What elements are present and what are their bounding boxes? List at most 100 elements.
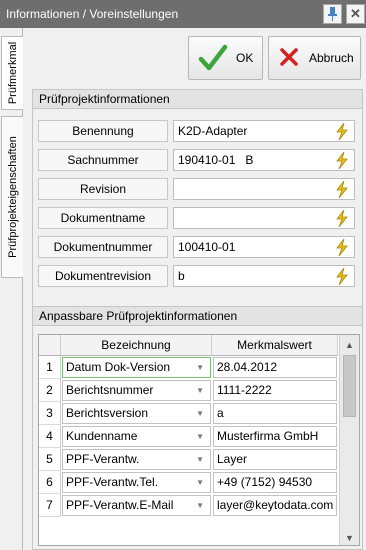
- designation-select[interactable]: Berichtsversion ▼: [62, 403, 211, 424]
- scroll-up-icon[interactable]: ▲: [340, 337, 359, 354]
- row-number: 5: [39, 448, 61, 471]
- field-row-dokumentnummer: Dokumentnummer 100410-01: [38, 236, 358, 258]
- lightning-icon[interactable]: [335, 210, 349, 227]
- field-row-sachnummer: Sachnummer 190410-01 B: [38, 149, 358, 171]
- lightning-icon[interactable]: [335, 152, 349, 169]
- window-title: Informationen / Voreinstellungen: [6, 7, 179, 21]
- field-label: Benennung: [38, 120, 168, 142]
- dokumentrevision-field[interactable]: b: [173, 265, 355, 287]
- column-header-bezeichnung[interactable]: Bezeichnung: [61, 335, 212, 356]
- dokumentnummer-field[interactable]: 100410-01: [173, 236, 355, 258]
- project-info-heading: Prüfprojektinformationen: [33, 90, 362, 109]
- lightning-icon[interactable]: [335, 123, 349, 140]
- dropdown-arrow-icon[interactable]: ▼: [196, 450, 204, 469]
- pin-button[interactable]: [323, 4, 342, 24]
- dropdown-arrow-icon[interactable]: ▼: [196, 427, 204, 446]
- value-cell[interactable]: +49 (7152) 94530: [213, 472, 337, 493]
- close-icon: ✕: [350, 6, 361, 21]
- pin-icon: [328, 7, 337, 21]
- dropdown-arrow-icon[interactable]: ▼: [196, 381, 204, 400]
- designation-select[interactable]: Berichtsnummer ▼: [62, 380, 211, 401]
- vertical-tab-strip: Prüfmerkmal Prüfprojekteigenschaften: [0, 28, 23, 550]
- field-value: b: [178, 269, 185, 283]
- field-row-dokumentrevision: Dokumentrevision b: [38, 265, 358, 287]
- ok-button[interactable]: OK: [188, 36, 263, 80]
- field-label: Dokumentnummer: [38, 236, 168, 258]
- field-row-dokumentname: Dokumentname: [38, 207, 358, 229]
- ok-label: OK: [236, 51, 254, 65]
- value-cell[interactable]: Musterfirma GmbH: [213, 426, 337, 447]
- benennung-field[interactable]: K2D-Adapter: [173, 120, 355, 142]
- vertical-scrollbar[interactable]: ▲ ▼: [339, 335, 359, 545]
- designation-select[interactable]: Kundenname ▼: [62, 426, 211, 447]
- tab-pruefprojekteigenschaften[interactable]: Prüfprojekteigenschaften: [1, 116, 23, 278]
- value-cell[interactable]: 1111-2222: [213, 380, 337, 401]
- value-cell[interactable]: a: [213, 403, 337, 424]
- designation-select[interactable]: PPF-Verantw.Tel. ▼: [62, 472, 211, 493]
- table-row: 7 PPF-Verantw.E-Mail ▼ layer@keytodata.c…: [39, 494, 339, 517]
- table-row: 2 Berichtsnummer ▼ 1111-2222: [39, 379, 339, 402]
- designation-select[interactable]: PPF-Verantw.E-Mail ▼: [62, 495, 211, 516]
- designation-select[interactable]: Datum Dok-Version ▼: [62, 357, 211, 378]
- value-cell[interactable]: Layer: [213, 449, 337, 470]
- scroll-thumb[interactable]: [343, 355, 356, 417]
- main-content: OK Abbruch Prüfprojektinformationen Bene…: [24, 28, 366, 550]
- field-label: Sachnummer: [38, 149, 168, 171]
- field-label: Revision: [38, 178, 168, 200]
- lightning-icon[interactable]: [335, 268, 349, 285]
- cell-text: Layer: [217, 452, 248, 466]
- close-button[interactable]: ✕: [346, 4, 365, 24]
- scroll-down-icon[interactable]: ▼: [340, 530, 359, 545]
- cell-text: Berichtsversion: [66, 406, 149, 420]
- cell-text: 1111-2222: [217, 383, 272, 397]
- cell-text: a: [217, 406, 224, 420]
- cell-text: +49 (7152) 94530: [217, 475, 313, 489]
- sachnummer-field[interactable]: 190410-01 B: [173, 149, 355, 171]
- field-row-benennung: Benennung K2D-Adapter: [38, 120, 358, 142]
- dokumentname-field[interactable]: [173, 207, 355, 229]
- dropdown-arrow-icon[interactable]: ▼: [196, 358, 204, 377]
- table-row: 6 PPF-Verantw.Tel. ▼ +49 (7152) 94530: [39, 471, 339, 494]
- column-header-merkmalswert[interactable]: Merkmalswert: [212, 335, 338, 356]
- custom-info-heading: Anpassbare Prüfprojektinformationen: [33, 307, 362, 326]
- row-number: 3: [39, 402, 61, 425]
- dropdown-arrow-icon[interactable]: ▼: [196, 473, 204, 492]
- table-row: 4 Kundenname ▼ Musterfirma GmbH: [39, 425, 339, 448]
- value-cell[interactable]: 28.04.2012: [213, 357, 337, 378]
- grid-corner-header: [39, 335, 61, 356]
- field-value: K2D-Adapter: [178, 124, 248, 138]
- cell-text: Berichtsnummer: [66, 383, 154, 397]
- custom-info-panel: Anpassbare Prüfprojektinformationen Beze…: [32, 306, 363, 550]
- designation-select[interactable]: PPF-Verantw. ▼: [62, 449, 211, 470]
- table-row: 5 PPF-Verantw. ▼ Layer: [39, 448, 339, 471]
- field-value: 100410-01: [178, 240, 236, 254]
- field-label: Dokumentrevision: [38, 265, 168, 287]
- dropdown-arrow-icon[interactable]: ▼: [196, 496, 204, 515]
- cell-text: layer@keytodata.com: [217, 498, 334, 512]
- cell-text: PPF-Verantw.Tel.: [66, 475, 159, 489]
- field-label: Dokumentname: [38, 207, 168, 229]
- table-row: 1 Datum Dok-Version ▼ 28.04.2012: [39, 356, 339, 379]
- checkmark-icon: [198, 44, 228, 71]
- cell-text: Kundenname: [66, 429, 138, 443]
- cancel-button[interactable]: Abbruch: [268, 36, 361, 80]
- row-number: 1: [39, 356, 61, 379]
- dropdown-arrow-icon[interactable]: ▼: [196, 404, 204, 423]
- tab-label: Prüfmerkmal: [6, 41, 19, 105]
- revision-field[interactable]: [173, 178, 355, 200]
- project-info-panel: Prüfprojektinformationen Benennung K2D-A…: [32, 89, 363, 331]
- row-number: 6: [39, 471, 61, 494]
- tab-pruefmerkmal[interactable]: Prüfmerkmal: [1, 36, 23, 110]
- value-cell[interactable]: layer@keytodata.com: [213, 495, 337, 516]
- row-number: 2: [39, 379, 61, 402]
- cancel-x-icon: [280, 48, 298, 66]
- field-value: 190410-01 B: [178, 153, 254, 167]
- cancel-label: Abbruch: [309, 51, 354, 65]
- custom-info-grid: Bezeichnung Merkmalswert 1 Datum Dok-Ver…: [38, 334, 360, 546]
- lightning-icon[interactable]: [335, 181, 349, 198]
- lightning-icon[interactable]: [335, 239, 349, 256]
- cell-text: Musterfirma GmbH: [217, 429, 319, 443]
- table-row: 3 Berichtsversion ▼ a: [39, 402, 339, 425]
- cell-text: PPF-Verantw.: [66, 452, 140, 466]
- cell-text: 28.04.2012: [217, 360, 278, 374]
